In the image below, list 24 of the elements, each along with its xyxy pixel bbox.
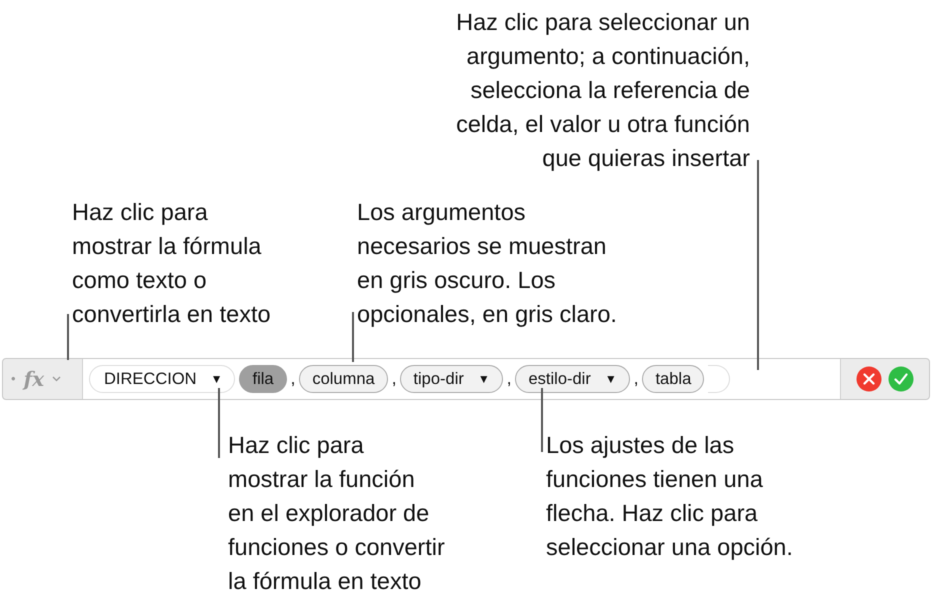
comma-text: , bbox=[290, 368, 296, 390]
accept-icon[interactable] bbox=[888, 366, 914, 392]
argument-token[interactable]: tipo-dir ▼ bbox=[400, 365, 503, 393]
formula-field[interactable]: DIRECCION ▼ fila , columna , tipo-dir ▼ , estilo-dir ▼ , tabla bbox=[83, 359, 841, 399]
callout-text: Haz clic para seleccionar un argumento; a continuación, selecciona la referencia de celda, el valor u otra función que quieras insertar bbox=[456, 8, 750, 173]
leader-line bbox=[352, 312, 354, 362]
comma-text: , bbox=[634, 368, 638, 390]
callout-text: Los argumentos necesarios se muestran en gris oscuro. Los opcionales, en gris claro. bbox=[357, 198, 617, 329]
function-token[interactable]: DIRECCION ▼ bbox=[89, 365, 236, 393]
argument-token[interactable]: fila bbox=[239, 365, 287, 393]
bullet-text: • bbox=[11, 370, 16, 388]
argument-token[interactable]: estilo-dir ▼ bbox=[515, 365, 630, 393]
callout-text: Los ajustes de las funciones tienen una flecha. Haz clic para seleccionar una opción. bbox=[546, 431, 793, 562]
comma-text: , bbox=[506, 368, 512, 390]
leader-line bbox=[218, 388, 220, 458]
callout-text: Haz clic para mostrar la función en el explorador de funciones o convertir la fórmula en texto bbox=[228, 431, 445, 596]
comma-text: , bbox=[392, 368, 396, 390]
leader-line bbox=[541, 388, 542, 452]
cancel-icon[interactable] bbox=[856, 366, 882, 392]
argument-token[interactable]: columna bbox=[299, 365, 388, 393]
callout-text: Haz clic para mostrar la fórmula como texto o convertirla en texto bbox=[72, 198, 271, 329]
leader-line bbox=[67, 314, 68, 360]
chevron-icon[interactable] bbox=[52, 376, 62, 382]
argument-token[interactable]: tabla bbox=[642, 365, 704, 393]
